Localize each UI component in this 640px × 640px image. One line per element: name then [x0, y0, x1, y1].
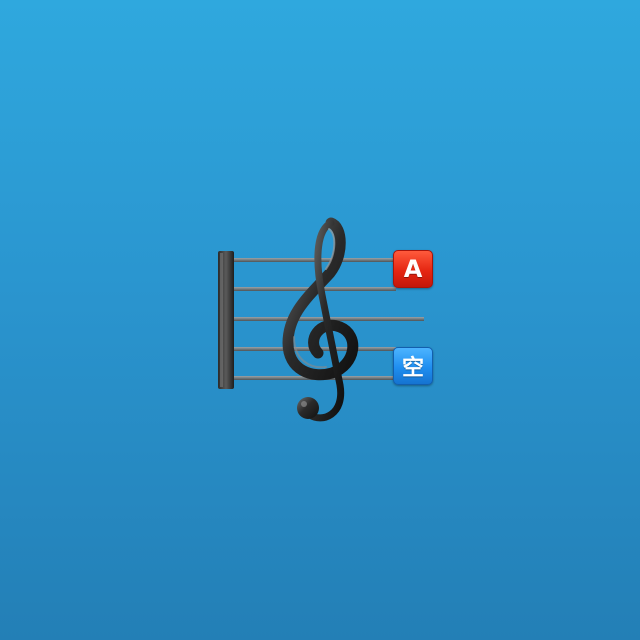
treble-clef-staff-icon — [218, 217, 424, 422]
musical-score-emoji: A 空 — [210, 215, 445, 430]
background: A 空 — [0, 0, 640, 640]
bar-line — [218, 251, 234, 389]
letter-a-badge: A — [393, 250, 433, 288]
vacancy-badge: 空 — [393, 347, 433, 385]
staff-line — [228, 258, 396, 262]
clef-ball — [297, 397, 319, 419]
